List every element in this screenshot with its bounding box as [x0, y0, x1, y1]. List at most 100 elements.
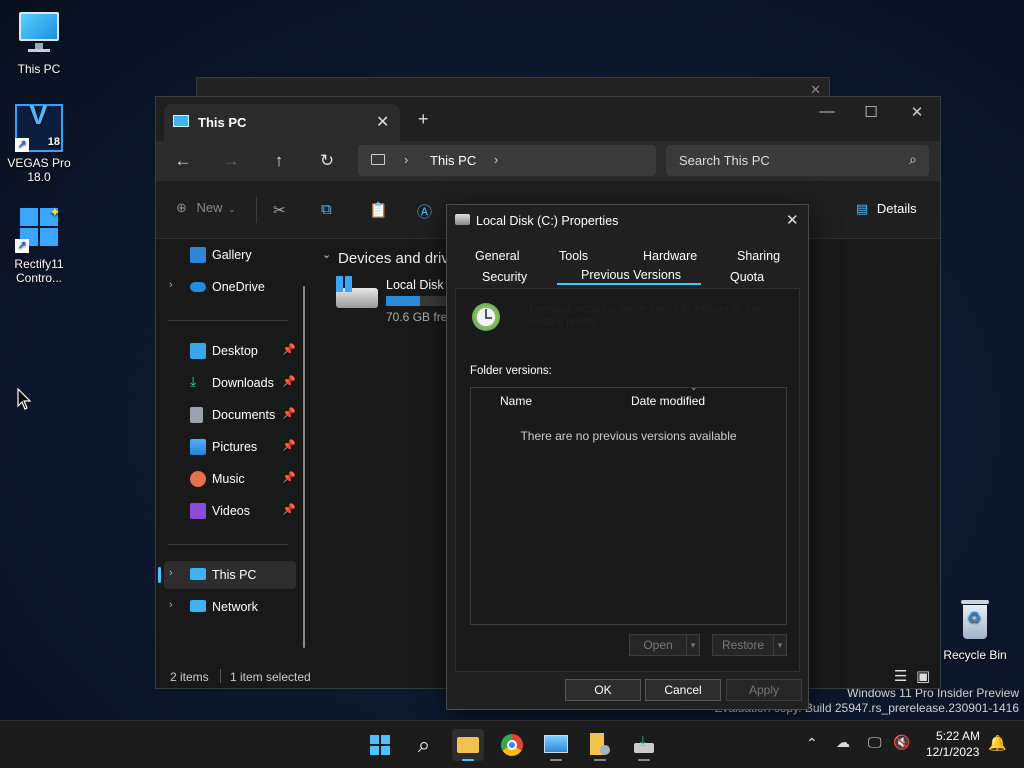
installer-icon[interactable]: ⤓ — [628, 729, 660, 761]
pin-icon[interactable]: 📌 — [282, 375, 296, 388]
tab-tools[interactable]: Tools — [559, 249, 588, 263]
dropdown-arrow-icon: ▾ — [777, 640, 783, 650]
pin-icon[interactable]: 📌 — [282, 343, 296, 356]
tab-sharing[interactable]: Sharing — [737, 249, 780, 263]
pin-icon[interactable]: 📌 — [282, 407, 296, 420]
navigation-pane: Gallery › OneDrive Desktop 📌 ⤓ Downloads… — [156, 240, 312, 665]
sidebar-item-pictures[interactable]: Pictures 📌 — [164, 433, 296, 461]
sidebar-item-videos[interactable]: Videos 📌 — [164, 497, 296, 525]
rename-icon[interactable]: Ⓐ — [417, 201, 432, 222]
clock-date[interactable]: 12/1/2023 — [926, 745, 979, 759]
new-label: New — [196, 200, 223, 215]
mouse-cursor-icon — [17, 388, 31, 410]
drive-item-local-disk[interactable]: Local Disk ( 70.6 GB free — [334, 276, 454, 328]
gallery-icon — [190, 247, 206, 263]
close-button[interactable]: ✕ — [894, 103, 940, 121]
rectify11-icon: ✦ ↗ — [15, 205, 63, 253]
breadcrumb-this-pc[interactable]: This PC — [430, 153, 476, 168]
tab-security[interactable]: Security — [482, 270, 527, 284]
restore-dropdown-button[interactable]: ▾ — [773, 634, 787, 656]
chevron-right-icon[interactable]: › — [169, 279, 173, 291]
show-hidden-icons-chevron-icon[interactable]: ⌃ — [806, 735, 818, 752]
file-explorer-icon[interactable] — [452, 729, 484, 761]
details-button[interactable]: ▤ Details — [856, 201, 917, 217]
open-dropdown-button[interactable]: ▾ — [686, 634, 700, 656]
breadcrumb-chevron-icon[interactable]: › — [494, 152, 498, 167]
sidebar-scrollbar[interactable] — [303, 286, 305, 648]
vegas-pro-icon: V 18 ↗ — [15, 99, 63, 152]
dropdown-arrow-icon: ▾ — [690, 640, 696, 650]
sidebar-item-documents[interactable]: Documents 📌 — [164, 401, 296, 429]
pin-icon[interactable]: 📌 — [282, 503, 296, 516]
forward-arrow-icon[interactable]: → — [219, 151, 243, 171]
sidebar-item-network[interactable]: › Network — [164, 593, 296, 621]
control-panel-icon[interactable] — [540, 729, 572, 761]
monitor-icon — [173, 115, 189, 127]
tab-general[interactable]: General — [475, 249, 519, 263]
sidebar-item-downloads[interactable]: ⤓ Downloads 📌 — [164, 369, 296, 397]
drive-name: Local Disk ( — [386, 278, 452, 292]
restore-button[interactable]: Restore — [712, 634, 774, 656]
versions-list[interactable]: Name ⌄ Date modified There are no previo… — [470, 382, 787, 625]
music-icon — [190, 471, 206, 487]
clock-time[interactable]: 5:22 AM — [936, 729, 980, 743]
tab-hardware[interactable]: Hardware — [643, 249, 697, 263]
tab-previous-versions[interactable]: Previous Versions — [581, 268, 681, 282]
search-box[interactable]: Search This PC ⌕ — [666, 145, 929, 176]
chrome-icon[interactable] — [496, 729, 528, 761]
new-button[interactable]: ⊕ New ⌄ — [176, 200, 236, 216]
section-header[interactable]: Devices and driv — [338, 250, 449, 267]
minimize-button[interactable]: — — [804, 103, 850, 120]
monitor-icon — [371, 154, 385, 165]
chevron-right-icon[interactable]: › — [169, 599, 173, 611]
notification-bell-icon[interactable]: 🔔 — [988, 734, 1007, 752]
maximize-button[interactable]: ☐ — [848, 103, 894, 121]
up-arrow-icon[interactable]: ↑ — [267, 151, 291, 171]
start-windows-icon[interactable] — [364, 729, 396, 761]
apply-button[interactable]: Apply — [726, 679, 802, 701]
sidebar-item-onedrive[interactable]: › OneDrive — [164, 273, 296, 301]
vegas-badge: V — [29, 99, 48, 130]
desktop-icon-label: Recycle Bin — [943, 648, 1007, 662]
folder-settings-icon[interactable] — [584, 729, 616, 761]
desktop-icon-vegas-pro[interactable]: V 18 ↗ VEGAS Pro 18.0 — [1, 99, 77, 185]
ok-button[interactable]: OK — [565, 679, 641, 701]
cancel-button[interactable]: Cancel — [645, 679, 721, 701]
paste-icon[interactable]: 📋 — [369, 201, 388, 219]
network-icon[interactable]: 🖵 — [868, 734, 882, 751]
new-tab-button[interactable]: + — [418, 109, 429, 130]
volume-muted-icon[interactable]: 🔇 — [893, 734, 910, 751]
sidebar-item-music[interactable]: Music 📌 — [164, 465, 296, 493]
pictures-icon — [190, 439, 206, 455]
address-bar[interactable]: › This PC › — [358, 145, 656, 176]
desktop-icon-rectify11[interactable]: ✦ ↗ Rectify11 Contro... — [1, 205, 77, 285]
tiles-view-icon[interactable]: ▣ — [916, 667, 930, 685]
search-input[interactable]: Search This PC — [679, 153, 770, 168]
refresh-icon[interactable]: ↻ — [315, 151, 339, 171]
tab-close-icon[interactable]: ✕ — [376, 112, 389, 132]
pin-icon[interactable]: 📌 — [282, 439, 296, 452]
pin-icon[interactable]: 📌 — [282, 471, 296, 484]
sidebar-item-gallery[interactable]: Gallery — [164, 241, 296, 269]
cut-icon[interactable]: ✂ — [273, 201, 286, 219]
open-button[interactable]: Open — [629, 634, 687, 656]
dialog-title: Local Disk (C:) Properties — [476, 214, 619, 228]
chevron-down-icon[interactable]: ⌄ — [322, 248, 331, 261]
sidebar-item-desktop[interactable]: Desktop 📌 — [164, 337, 296, 365]
info-text: Previous versions come from File History… — [529, 303, 767, 328]
previous-versions-panel: Previous versions come from File History… — [455, 288, 800, 672]
copy-icon[interactable]: ⧉ — [321, 201, 332, 218]
back-arrow-icon[interactable]: ← — [171, 151, 195, 171]
dialog-close-icon[interactable]: ✕ — [786, 211, 799, 229]
tab-quota[interactable]: Quota — [730, 270, 764, 284]
tab-this-pc[interactable]: This PC ✕ — [164, 104, 400, 141]
desktop-icon-recycle-bin[interactable]: ♻ Recycle Bin — [937, 596, 1013, 662]
onedrive-offline-icon[interactable]: ☁ — [836, 734, 850, 751]
details-view-icon[interactable]: ☰ — [894, 667, 907, 685]
chevron-right-icon[interactable]: › — [169, 567, 173, 579]
column-header-date-modified[interactable]: Date modified — [631, 394, 705, 408]
search-icon[interactable]: ⌕ — [408, 729, 440, 761]
column-header-name[interactable]: Name — [500, 394, 532, 408]
sidebar-item-this-pc[interactable]: › This PC — [158, 561, 296, 589]
desktop-icon-this-pc[interactable]: This PC — [1, 10, 77, 76]
